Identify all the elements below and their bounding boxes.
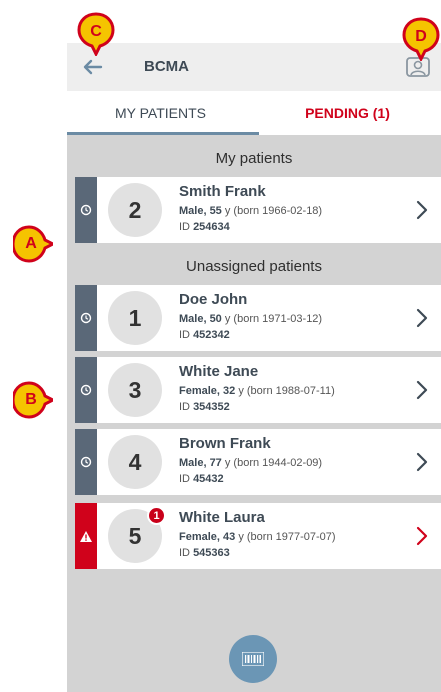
- patient-name: White Jane: [179, 363, 259, 380]
- callout-marker-d: D: [402, 17, 440, 61]
- svg-text:C: C: [90, 23, 102, 40]
- app-title: BCMA: [144, 58, 189, 75]
- svg-text:A: A: [25, 235, 37, 252]
- patient-card[interactable]: 3 White Jane Female, 32 y (born 1988-07-…: [75, 357, 441, 423]
- patient-id: ID 254634: [179, 221, 230, 233]
- chevron-right-icon: [416, 308, 428, 328]
- patient-id: ID 45432: [179, 473, 224, 485]
- app-screen: BCMA MY PATIENTS PENDING (1) My patients…: [67, 43, 441, 692]
- app-bar: BCMA: [67, 43, 441, 91]
- section-header-my-patients: My patients: [215, 149, 293, 167]
- patient-name: Brown Frank: [179, 435, 271, 452]
- callout-marker-c: C: [77, 12, 115, 56]
- arrow-left-icon: [83, 59, 103, 75]
- callout-marker-b: B: [13, 381, 53, 419]
- bed-number: 1: [108, 291, 162, 345]
- bed-number: 2: [108, 183, 162, 237]
- clock-icon: [80, 312, 92, 324]
- barcode-icon: [242, 652, 264, 666]
- patient-card[interactable]: 2 Smith Frank Male, 55 y (born 1966-02-1…: [75, 177, 441, 243]
- barcode-scan-button[interactable]: [229, 635, 277, 683]
- status-strip: [75, 357, 97, 423]
- status-strip: [75, 177, 97, 243]
- clock-icon: [80, 384, 92, 396]
- warning-person-icon: [80, 530, 92, 542]
- status-strip: [75, 429, 97, 495]
- active-tab-indicator: [67, 132, 259, 135]
- patient-demographics: Male, 50 y (born 1971-03-12): [179, 313, 323, 325]
- tab-pending[interactable]: PENDING (1): [254, 91, 441, 135]
- patient-name: Smith Frank: [179, 183, 266, 200]
- patient-card[interactable]: 1 Doe John Male, 50 y (born 1971-03-12) …: [75, 285, 441, 351]
- bed-number: 4: [108, 435, 162, 489]
- patient-id: ID 354352: [179, 401, 230, 413]
- patient-name: Doe John: [179, 291, 248, 308]
- svg-text:D: D: [415, 28, 427, 45]
- chevron-right-icon: [416, 380, 428, 400]
- patient-demographics: Male, 77 y (born 1944-02-09): [179, 457, 323, 469]
- section-header-unassigned: Unassigned patients: [186, 257, 322, 275]
- patient-name: White Laura: [179, 509, 265, 526]
- patient-card[interactable]: 5 1 White Laura Female, 43 y (born 1977-…: [75, 503, 441, 569]
- patient-demographics: Female, 43 y (born 1977-07-07): [179, 531, 336, 543]
- tab-bar: MY PATIENTS PENDING (1): [67, 91, 441, 135]
- patient-demographics: Male, 55 y (born 1966-02-18): [179, 205, 323, 217]
- alert-strip: [75, 503, 97, 569]
- notification-badge: 1: [147, 506, 166, 525]
- bed-number: 3: [108, 363, 162, 417]
- chevron-right-icon: [416, 452, 428, 472]
- patient-id: ID 545363: [179, 547, 230, 559]
- status-strip: [75, 285, 97, 351]
- svg-text:B: B: [25, 391, 37, 408]
- patient-card[interactable]: 4 Brown Frank Male, 77 y (born 1944-02-0…: [75, 429, 441, 495]
- tab-my-patients[interactable]: MY PATIENTS: [67, 91, 254, 135]
- patient-id: ID 452342: [179, 329, 230, 341]
- callout-marker-a: A: [13, 225, 53, 263]
- clock-icon: [80, 456, 92, 468]
- back-button[interactable]: [79, 53, 107, 81]
- clock-icon: [80, 204, 92, 216]
- chevron-right-icon: [416, 200, 428, 220]
- chevron-right-icon: [416, 526, 428, 546]
- patient-demographics: Female, 32 y (born 1988-07-11): [179, 385, 335, 397]
